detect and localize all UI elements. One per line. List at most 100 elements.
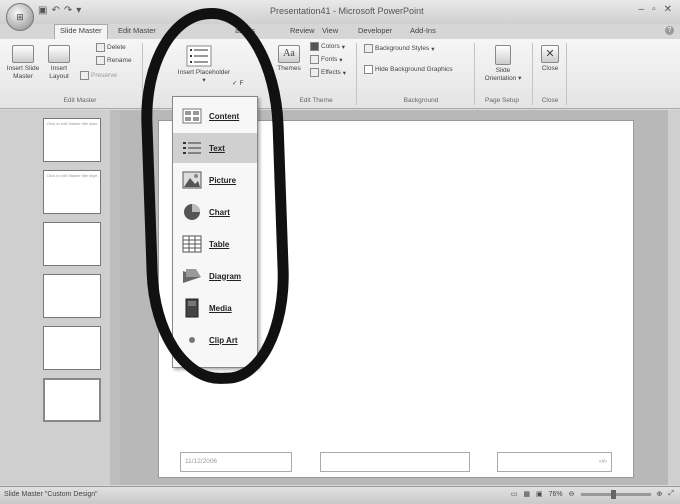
zoom-slider[interactable] — [580, 489, 651, 499]
hide-background-graphics-checkbox[interactable]: Hide Background Graphics — [364, 65, 453, 74]
quick-access-toolbar: ▣ ↶ ↷ ▾ — [38, 5, 81, 16]
thumbnail-layout-selected[interactable] — [43, 378, 101, 422]
fonts-icon — [310, 55, 319, 64]
preserve-button[interactable]: Preserve — [80, 71, 117, 80]
insert-placeholder-menu: Content Text Picture Chart Table Diagram — [172, 96, 258, 368]
ribbon-separator — [566, 43, 567, 105]
maximize-button[interactable]: ▫ — [652, 4, 656, 15]
ribbon-tabs: Slide Master Edit Master ations Review V… — [0, 24, 680, 39]
rename-icon — [96, 56, 105, 65]
close-master-view-button[interactable]: ✕ Close — [538, 45, 562, 73]
themes-button[interactable]: Aa Themes — [275, 45, 303, 73]
page-number-placeholder[interactable]: ‹#› — [497, 452, 612, 472]
delete-icon — [96, 43, 105, 52]
menu-item-clip-art[interactable]: Clip Art — [173, 325, 257, 355]
diagram-icon — [181, 266, 203, 286]
menu-item-table[interactable]: Table — [173, 229, 257, 259]
window-controls: – ▫ ✕ — [639, 4, 673, 15]
insert-placeholder-button[interactable]: Insert Placeholder ▾ — [176, 69, 232, 85]
undo-icon[interactable]: ↶ — [51, 5, 59, 16]
delete-button[interactable]: Delete — [96, 43, 126, 52]
customize-qat-icon[interactable]: ▾ — [76, 5, 81, 16]
footer-placeholder[interactable] — [320, 452, 470, 472]
zoom-out-icon[interactable]: ⊖ — [569, 490, 575, 498]
effects-icon — [310, 68, 319, 77]
themes-icon: Aa — [278, 45, 300, 63]
checkbox-icon — [364, 65, 373, 74]
tab-view[interactable]: View — [322, 26, 338, 35]
thumbnail-layout[interactable] — [43, 274, 101, 318]
window-title: Presentation41 - Microsoft PowerPoint — [270, 6, 424, 16]
chart-icon — [181, 202, 203, 222]
tab-animations[interactable]: ations — [235, 26, 255, 35]
insert-placeholder-icon[interactable] — [186, 45, 212, 67]
status-view-label: Slide Master "Custom Design" — [4, 491, 98, 498]
content-icon — [181, 106, 203, 126]
slide-master-icon — [12, 45, 34, 63]
ribbon-separator — [474, 43, 475, 105]
close-icon: ✕ — [541, 45, 559, 63]
tab-review[interactable]: Review — [290, 26, 315, 35]
menu-item-media[interactable]: Media — [173, 293, 257, 323]
preserve-icon — [80, 71, 89, 80]
save-icon[interactable]: ▣ — [38, 5, 47, 16]
menu-item-text[interactable]: Text — [173, 133, 257, 163]
fit-to-window-icon[interactable]: ⤢ — [668, 490, 674, 498]
date-placeholder[interactable]: 11/12/2006 — [180, 452, 292, 472]
media-icon — [181, 298, 203, 318]
tab-add-ins[interactable]: Add-Ins — [410, 26, 436, 35]
fonts-button[interactable]: Fonts ▾ — [310, 55, 343, 64]
group-label-edit-master: Edit Master — [63, 97, 97, 104]
insert-layout-button[interactable]: Insert Layout — [44, 45, 74, 81]
slide-thumbnail-panel: Click to edit Master title style Click t… — [0, 110, 120, 485]
group-label-close: Close — [541, 97, 559, 104]
picture-icon — [181, 170, 203, 190]
help-icon[interactable]: ? — [665, 26, 674, 35]
rename-button[interactable]: Rename — [96, 56, 132, 65]
tab-slide-master[interactable]: Slide Master — [54, 24, 108, 39]
zoom-level[interactable]: 76% — [549, 491, 563, 498]
thumbnail-layout[interactable] — [43, 326, 101, 370]
title-bar: ▣ ↶ ↷ ▾ Presentation41 - Microsoft Power… — [0, 0, 680, 24]
thumbnail-scrollbar[interactable] — [110, 110, 120, 485]
insert-slide-master-button[interactable]: Insert Slide Master — [4, 45, 42, 81]
close-window-button[interactable]: ✕ — [664, 4, 672, 15]
footers-checkbox[interactable]: ✓ F — [232, 79, 243, 88]
ribbon-separator — [142, 43, 143, 105]
checkmark-icon: ✓ — [232, 80, 238, 87]
effects-button[interactable]: Effects ▾ — [310, 68, 346, 77]
tab-edit-master[interactable]: Edit Master — [118, 26, 156, 35]
status-right-controls: ▭ ▦ ▣ 76% ⊖ ⊕ ⤢ — [511, 489, 674, 499]
group-label-background: Background — [403, 97, 439, 104]
menu-item-content[interactable]: Content — [173, 101, 257, 131]
slide-orientation-button[interactable]: Slide Orientation ▾ — [480, 45, 526, 83]
table-icon — [181, 234, 203, 254]
background-styles-button[interactable]: Background Styles ▾ — [364, 44, 434, 53]
colors-icon — [310, 42, 319, 51]
thumbnail-layout[interactable] — [43, 222, 101, 266]
colors-button[interactable]: Colors ▾ — [310, 42, 345, 51]
slideshow-icon[interactable]: ▣ — [536, 490, 543, 498]
ribbon-separator — [356, 43, 357, 105]
zoom-slider-thumb[interactable] — [610, 489, 616, 499]
office-button[interactable]: ⊞ — [6, 3, 34, 31]
ribbon-separator — [532, 43, 533, 105]
status-bar: Slide Master "Custom Design" ▭ ▦ ▣ 76% ⊖… — [0, 486, 680, 504]
layout-icon — [48, 45, 70, 63]
thumbnail-strip: Click to edit Master title style Click t… — [0, 110, 112, 485]
tab-developer[interactable]: Developer — [358, 26, 392, 35]
text-icon — [181, 138, 203, 158]
zoom-in-icon[interactable]: ⊕ — [657, 490, 663, 498]
ribbon: Insert Slide Master Insert Layout Delete… — [0, 39, 680, 109]
thumbnail-layout[interactable]: Click to edit Master title style — [43, 118, 101, 162]
normal-view-icon[interactable]: ▭ — [511, 490, 518, 498]
vertical-scrollbar[interactable] — [668, 110, 680, 485]
slide-sorter-icon[interactable]: ▦ — [523, 490, 530, 498]
orientation-icon — [495, 45, 511, 65]
menu-item-picture[interactable]: Picture — [173, 165, 257, 195]
menu-item-diagram[interactable]: Diagram — [173, 261, 257, 291]
redo-icon[interactable]: ↷ — [64, 5, 72, 16]
thumbnail-layout[interactable]: Click to edit Master title style — [43, 170, 101, 214]
menu-item-chart[interactable]: Chart — [173, 197, 257, 227]
minimize-button[interactable]: – — [639, 4, 645, 15]
